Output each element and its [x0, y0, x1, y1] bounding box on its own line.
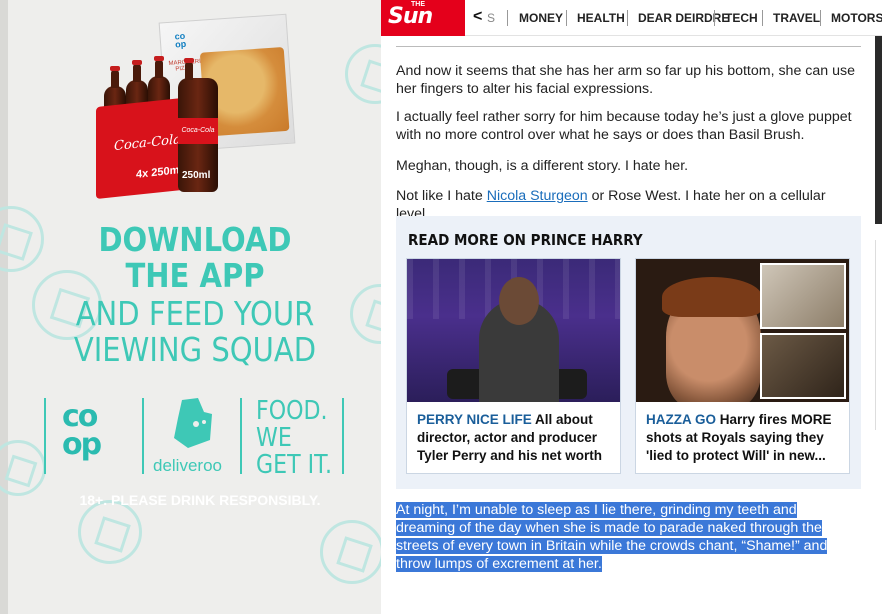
crate-brand: Coca-Cola	[114, 132, 181, 155]
nav-separator	[627, 10, 628, 26]
article-paragraph: Meghan, though, is a different story. I …	[396, 158, 689, 174]
bottle-size: 250ml	[182, 170, 211, 181]
pizza-brand: co op	[174, 30, 187, 50]
football-decoration-icon	[78, 500, 142, 564]
nav-separator	[762, 10, 763, 26]
ad-headline-line-2: THE APP	[125, 256, 265, 295]
nav-item-partial[interactable]: S	[487, 11, 495, 25]
royal-family-inset-image	[760, 263, 846, 329]
nav-item-tech[interactable]: TECH	[725, 11, 758, 25]
nicola-sturgeon-link[interactable]: Nicola Sturgeon	[487, 188, 588, 204]
ad-disclaimer: 18+. PLEASE DRINK RESPONSIBLY.	[79, 492, 321, 508]
nav-back-chevron-icon[interactable]: <	[473, 8, 482, 26]
article-paragraph: And now it seems that she has her arm so…	[396, 63, 855, 97]
nav-item-money[interactable]: MONEY	[519, 11, 563, 25]
nav-item-travel[interactable]: TRAVEL	[773, 11, 820, 25]
ad-headline-line-1: DOWNLOAD	[98, 220, 292, 259]
card-headline[interactable]: HAZZA GO Harry fires MORE shots at Royal…	[646, 411, 842, 465]
coop-logo: co op	[62, 399, 102, 462]
football-decoration-icon	[320, 520, 381, 584]
nav-item-health[interactable]: HEALTH	[577, 11, 625, 25]
logo-sun: Sun	[388, 4, 433, 29]
football-decoration-icon	[345, 44, 381, 104]
right-rail-panel	[875, 240, 882, 430]
ad-divider	[44, 398, 46, 474]
advertisement-banner[interactable]: co op MARGHERITA PIZZA Coca-Cola 4x 250m…	[0, 0, 381, 614]
football-decoration-icon	[350, 284, 381, 344]
football-decoration-icon	[0, 440, 46, 496]
meghan-inset-image	[760, 333, 846, 399]
nav-separator	[566, 10, 567, 26]
prince-harry-image[interactable]	[636, 259, 849, 402]
nav-separator	[820, 10, 821, 26]
tyler-perry-image[interactable]	[407, 259, 620, 402]
nav-separator	[714, 10, 715, 26]
read-more-title: READ MORE ON PRINCE HARRY	[408, 231, 643, 249]
right-rail-image	[875, 36, 882, 224]
card-kicker: HAZZA GO	[646, 412, 716, 427]
selected-paragraph[interactable]: At night, I’m unable to sleep as I lie t…	[396, 501, 836, 573]
ad-tagline: FOOD. WE GET IT.	[256, 396, 333, 480]
top-navigation: THE Sun < S MONEY HEALTH DEAR DEIRDRE TE…	[381, 0, 882, 36]
selected-text-highlight: At night, I’m unable to sleep as I lie t…	[396, 502, 828, 572]
deliveroo-label: deliveroo	[153, 456, 222, 475]
ad-divider	[342, 398, 344, 474]
read-more-card[interactable]: PERRY NICE LIFE All about director, acto…	[406, 258, 621, 474]
card-headline[interactable]: PERRY NICE LIFE All about director, acto…	[417, 411, 613, 465]
deliveroo-kangaroo-icon	[174, 398, 212, 448]
coca-cola-bottle-image: Coca-Cola 250ml	[178, 58, 218, 192]
football-decoration-icon	[0, 206, 44, 272]
nav-item-dear-deirdre[interactable]: DEAR DEIRDRE	[638, 11, 729, 25]
read-more-card[interactable]: HAZZA GO Harry fires MORE shots at Royal…	[635, 258, 850, 474]
crate-size: 4x 250ml	[136, 163, 183, 181]
ad-headline-line-3: AND FEED YOUR	[75, 294, 315, 333]
ad-headline-line-4: VIEWING SQUAD	[73, 330, 317, 369]
paragraph-text: Not like I hate	[396, 188, 487, 204]
ad-divider	[142, 398, 144, 474]
nav-separator	[507, 10, 508, 26]
the-sun-logo[interactable]: THE Sun	[381, 0, 465, 36]
content-divider	[396, 46, 861, 47]
ad-edge	[0, 0, 8, 614]
article-paragraph: I actually feel rather sorry for him bec…	[396, 109, 852, 143]
nav-item-motors[interactable]: MOTORS	[831, 11, 882, 25]
read-more-module: READ MORE ON PRINCE HARRY PERRY NICE LIF…	[396, 216, 861, 489]
ad-divider	[240, 398, 242, 474]
bottle-label: Coca-Cola	[178, 118, 218, 144]
card-kicker: PERRY NICE LIFE	[417, 412, 532, 427]
